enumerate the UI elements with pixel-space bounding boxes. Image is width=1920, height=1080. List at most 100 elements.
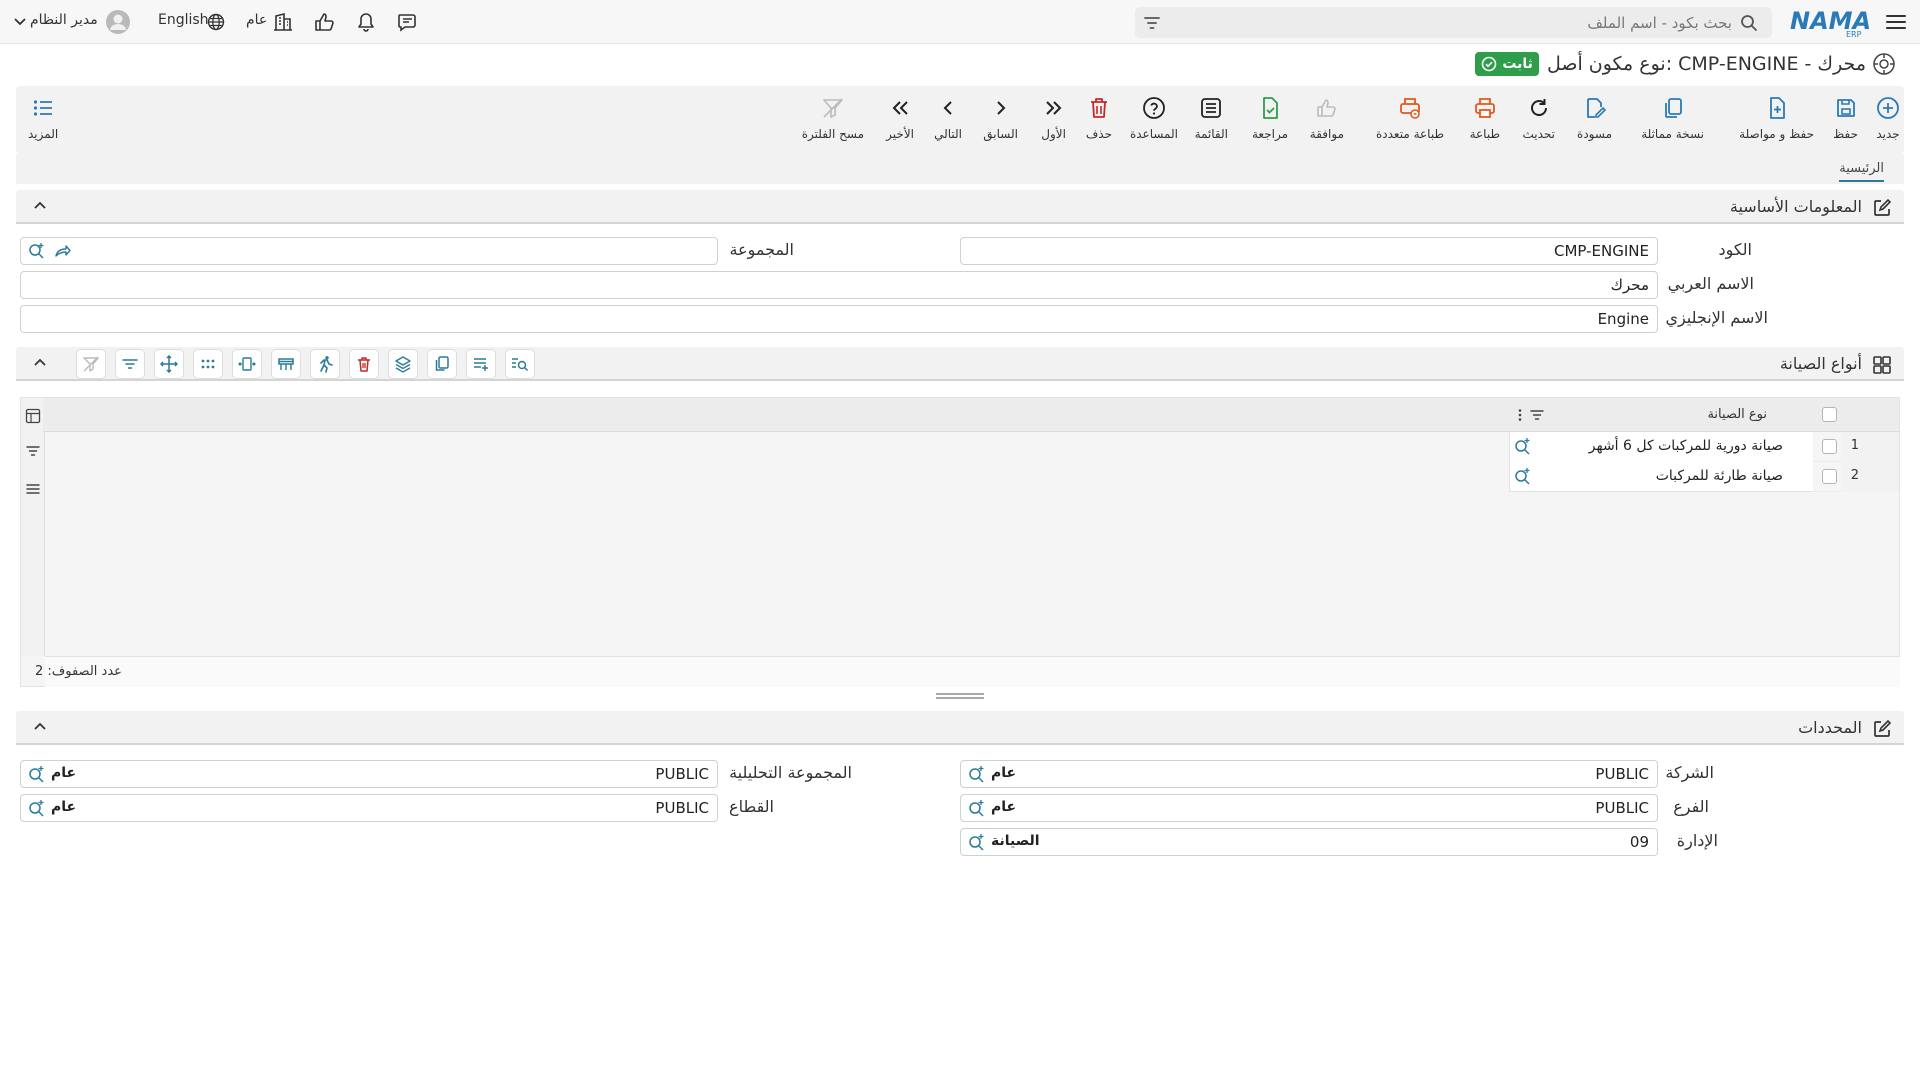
user-avatar-icon[interactable]	[106, 10, 130, 34]
clear-filter-label: مسح الفلترة	[801, 127, 864, 141]
trash-icon	[1087, 96, 1111, 120]
company-building-icon[interactable]	[271, 10, 295, 34]
list-add-icon	[474, 358, 488, 371]
column-header-maintenance-type[interactable]: نوع الصيانة	[1707, 407, 1767, 422]
department-name: الصيانة	[991, 833, 1040, 849]
search-plus-icon[interactable]	[967, 765, 985, 783]
grid-run-button[interactable]	[310, 349, 340, 379]
row-checkbox[interactable]	[1822, 439, 1837, 454]
clear-filter-button[interactable]: مسح الفلترة	[802, 96, 864, 141]
company-field[interactable]: عام PUBLIC	[960, 760, 1658, 788]
search-plus-icon[interactable]	[27, 242, 45, 260]
notifications-bell-icon[interactable]	[354, 10, 378, 34]
review-button[interactable]: مراجعة	[1252, 96, 1288, 141]
arabic-name-field[interactable]: محرك	[20, 271, 1658, 299]
side-menu-icon[interactable]	[25, 481, 41, 497]
page-title-bar: نوع مكون أصل: CMP-ENGINE - محرك ثابت	[1475, 50, 1895, 78]
collapse-chevron-up-icon[interactable]	[32, 198, 48, 214]
print-button[interactable]: طباعة	[1470, 96, 1500, 141]
maintenance-types-title: أنواع الصيانة	[1779, 354, 1862, 373]
sector-field[interactable]: عام PUBLIC	[20, 794, 718, 822]
basic-info-title: المعلومات الأساسية	[1729, 197, 1862, 216]
table-row[interactable]: 2 صيانة طارئة للمركبات	[1509, 462, 1899, 492]
multi-print-button[interactable]: طباعة متعددة	[1376, 96, 1444, 141]
side-filter-icon[interactable]	[25, 443, 41, 459]
grid-fit-width-button[interactable]	[232, 349, 262, 379]
resize-handle[interactable]	[936, 692, 984, 700]
search-plus-icon[interactable]	[1513, 467, 1531, 485]
column-filter-icon[interactable]	[1529, 407, 1545, 423]
first-button[interactable]: الأول	[1041, 96, 1066, 141]
english-name-field[interactable]: Engine	[20, 305, 1658, 333]
grid-search-button[interactable]	[505, 349, 535, 379]
previous-button[interactable]: السابق	[983, 96, 1018, 141]
table-row[interactable]: 1 صيانة دورية للمركبات كل 6 أشهر	[1509, 432, 1899, 462]
group-field[interactable]	[20, 237, 718, 265]
select-all-checkbox[interactable]	[1822, 407, 1837, 422]
grid-clear-filter-button[interactable]	[76, 349, 106, 379]
search-list-icon	[512, 358, 529, 372]
help-button[interactable]: المساعدة	[1130, 96, 1178, 141]
last-button[interactable]: الأخير	[886, 96, 914, 141]
thumbs-up-icon[interactable]	[312, 10, 336, 34]
chat-icon[interactable]	[396, 10, 420, 34]
filter-icon[interactable]	[1143, 14, 1161, 32]
column-menu-dots-icon[interactable]	[1517, 407, 1523, 423]
collapse-chevron-up-icon[interactable]	[32, 719, 48, 735]
row-checkbox[interactable]	[1822, 469, 1837, 484]
approve-button[interactable]: موافقة	[1310, 96, 1344, 141]
filter-lines-icon	[122, 359, 138, 369]
tab-main[interactable]: الرئيسية	[1839, 161, 1884, 182]
grid-delete-button[interactable]	[349, 349, 379, 379]
share-arrow-icon[interactable]	[53, 242, 71, 260]
hamburger-menu-icon[interactable]	[1884, 10, 1908, 34]
file-check-icon	[1258, 96, 1282, 120]
list-button[interactable]: القائمة	[1195, 96, 1228, 141]
svg-text:ERP: ERP	[1846, 30, 1862, 38]
search-input[interactable]	[1172, 7, 1732, 38]
duplicate-button[interactable]: نسخة مماثلة	[1641, 96, 1704, 141]
asset-component-icon	[1872, 52, 1896, 76]
save-continue-button[interactable]: حفظ و مواصلة	[1739, 96, 1814, 141]
search-plus-icon[interactable]	[27, 799, 45, 817]
grid-filter-button[interactable]	[115, 349, 145, 379]
check-circle-icon	[1482, 56, 1497, 72]
grid-layers-button[interactable]	[388, 349, 418, 379]
language-switch[interactable]: English	[158, 12, 209, 28]
basic-info-header[interactable]: المعلومات الأساسية	[16, 190, 1904, 224]
draft-button[interactable]: مسودة	[1577, 96, 1612, 141]
search-plus-icon[interactable]	[27, 765, 45, 783]
search-plus-icon[interactable]	[967, 799, 985, 817]
refresh-button[interactable]: تحديث	[1522, 96, 1555, 141]
plus-circle-icon	[1876, 96, 1900, 120]
search-plus-icon[interactable]	[967, 833, 985, 851]
new-button[interactable]: جديد	[1876, 96, 1900, 141]
save-button[interactable]: حفظ	[1833, 96, 1858, 141]
chevrons-left-icon	[888, 96, 912, 120]
analytic-group-field[interactable]: عام PUBLIC	[20, 760, 718, 788]
chevron-down-icon[interactable]	[8, 10, 32, 34]
code-field[interactable]: CMP-ENGINE	[960, 237, 1658, 265]
row-number: 2	[1850, 468, 1859, 483]
more-button[interactable]: المزيد	[28, 96, 58, 141]
grid-copy-button[interactable]	[427, 349, 457, 379]
delete-button[interactable]: حذف	[1086, 96, 1112, 141]
search-icon[interactable]	[1740, 14, 1758, 32]
department-field[interactable]: الصيانة 09	[960, 828, 1658, 856]
table-settings-icon[interactable]	[25, 408, 41, 424]
user-name[interactable]: مدير النظام	[30, 12, 98, 28]
branch-field[interactable]: عام PUBLIC	[960, 794, 1658, 822]
dimensions-header[interactable]: المحددات	[16, 711, 1904, 745]
scope-label[interactable]: عام	[246, 12, 267, 28]
copy-icon	[1661, 96, 1685, 120]
search-plus-icon[interactable]	[1513, 437, 1531, 455]
grid-dots-button[interactable]	[193, 349, 223, 379]
help-circle-icon	[1142, 96, 1166, 120]
grid-table-button[interactable]	[271, 349, 301, 379]
collapse-chevron-up-icon[interactable]	[32, 355, 48, 371]
grid-move-button[interactable]	[154, 349, 184, 379]
next-button[interactable]: التالي	[934, 96, 962, 141]
edit-square-icon	[1872, 719, 1892, 739]
grid-add-row-button[interactable]	[466, 349, 496, 379]
nama-erp-logo[interactable]: NAMA ERP	[1790, 6, 1872, 38]
